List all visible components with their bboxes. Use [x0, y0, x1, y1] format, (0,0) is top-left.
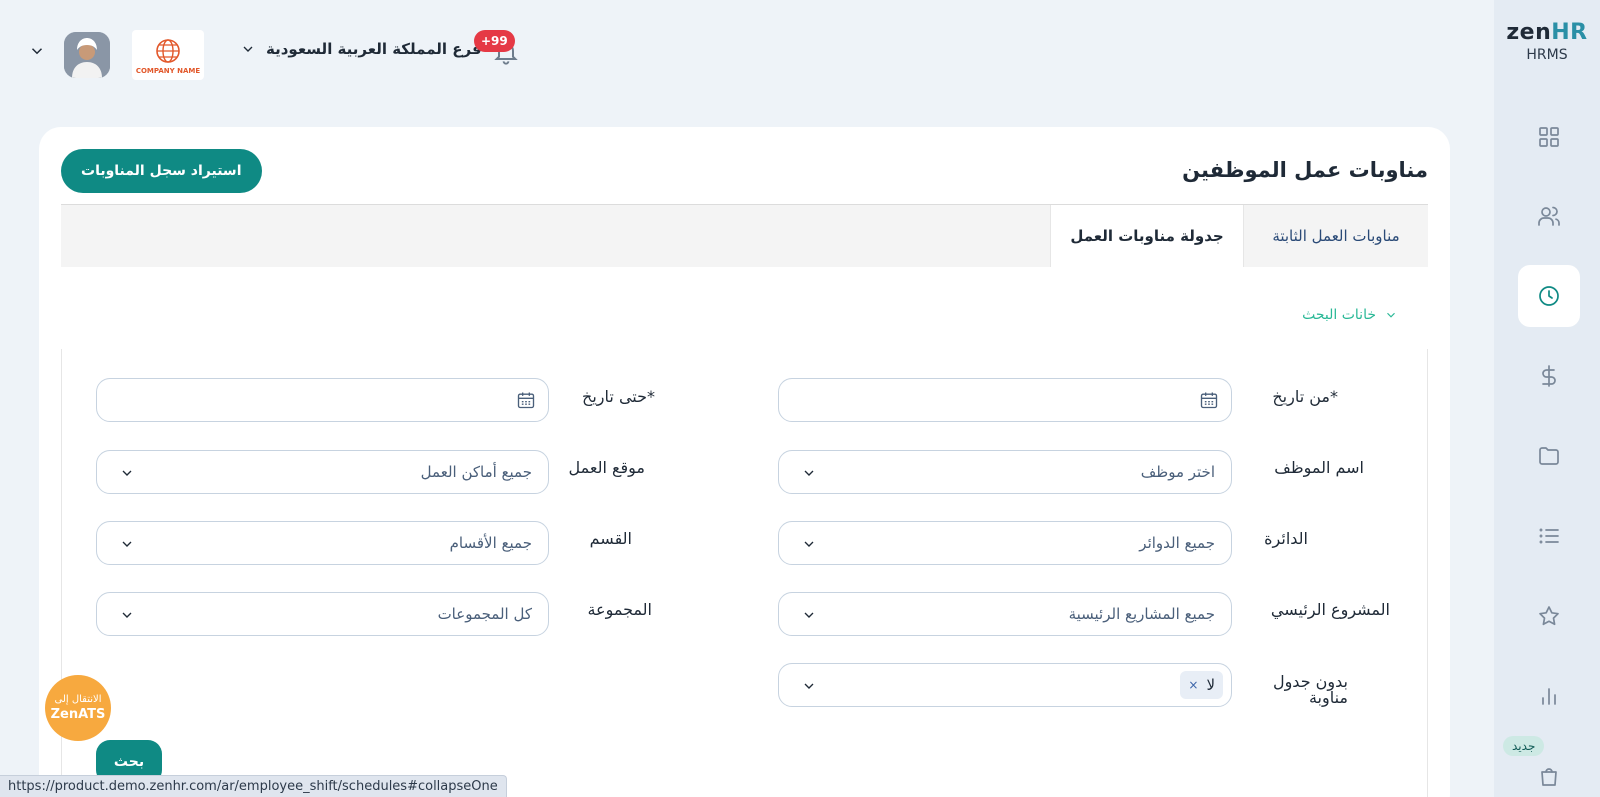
- chevron-down-icon: [1387, 312, 1395, 318]
- sidebar-item-performance[interactable]: [1518, 585, 1580, 647]
- avatar-image: [64, 32, 110, 78]
- chevron-down-icon: [119, 536, 135, 552]
- sidebar-item-dashboard[interactable]: [1518, 106, 1580, 168]
- required-mark: *: [1330, 387, 1338, 406]
- selected-tag-value: لا: [1206, 676, 1215, 694]
- section-value: جميع الأقسام: [449, 534, 532, 552]
- work-location-label: موقع العمل: [568, 458, 646, 477]
- employee-name-label: اسم الموظف: [1274, 458, 1364, 477]
- to-date-field[interactable]: [96, 378, 549, 422]
- tab-fixed-shifts[interactable]: مناوبات العمل الثابتة: [1244, 205, 1428, 267]
- folder-icon: [1539, 447, 1559, 465]
- page-title: مناوبات عمل الموظفين: [1182, 158, 1428, 182]
- sidebar-item-requests[interactable]: [1518, 505, 1580, 567]
- main-project-label: المشروع الرئيسي: [1270, 600, 1390, 619]
- bar-chart-icon: [1542, 688, 1556, 705]
- from-date-label: من تاريخ*: [1272, 389, 1338, 405]
- sidebar-item-employees[interactable]: [1518, 185, 1580, 247]
- zenats-button[interactable]: الانتقال إلى ZenATS: [45, 675, 111, 741]
- search-fields-toggle-label: خانات البحث: [1302, 307, 1376, 323]
- status-bar-url: https://product.demo.zenhr.com/ar/employ…: [0, 775, 507, 797]
- section-select[interactable]: جميع الأقسام: [96, 521, 549, 565]
- user-menu-toggle[interactable]: [28, 42, 46, 60]
- group-select[interactable]: كل المجموعات: [96, 592, 549, 636]
- company-logo-text: COMPANY NAME: [135, 66, 201, 75]
- group-label: المجموعة: [587, 600, 652, 619]
- branch-selector[interactable]: فرع المملكة العربية السعودية: [240, 40, 482, 58]
- employee-name-value: اختر موظف: [1140, 463, 1215, 481]
- chevron-down-icon: [801, 607, 817, 623]
- brand-logo-accent: HR: [1551, 20, 1588, 45]
- top-header: COMPANY NAME فرع المملكة العربية السعودي…: [0, 0, 1494, 108]
- brand-logo: zenHR: [1494, 20, 1600, 45]
- tabs-bar: مناوبات العمل الثابتة جدولة مناوبات العم…: [61, 204, 1428, 267]
- required-mark: *: [647, 387, 655, 406]
- tag-remove-icon[interactable]: ×: [1188, 678, 1198, 692]
- calendar-icon: [1199, 390, 1219, 410]
- clock-icon: [1539, 286, 1559, 306]
- section-label: القسم: [589, 529, 632, 548]
- department-select[interactable]: جميع الدوائر: [778, 521, 1232, 565]
- calendar-icon: [516, 390, 536, 410]
- sidebar-item-documents[interactable]: [1518, 425, 1580, 487]
- brand[interactable]: zenHR HRMS: [1494, 20, 1600, 63]
- brand-logo-main: zen: [1506, 20, 1552, 45]
- avatar[interactable]: [64, 32, 110, 78]
- sidebar-item-attendance[interactable]: [1518, 265, 1580, 327]
- no-schedule-label-line2: مناوبة: [1308, 688, 1348, 707]
- sidebar-item-reports[interactable]: [1518, 665, 1580, 727]
- search-fields-toggle[interactable]: خانات البحث: [1302, 307, 1398, 323]
- chevron-down-icon: [801, 678, 817, 694]
- brand-subtitle: HRMS: [1526, 47, 1568, 63]
- from-date-label-text: من تاريخ: [1272, 387, 1330, 406]
- dashboard-grid-icon: [1539, 127, 1559, 147]
- branch-label: فرع المملكة العربية السعودية: [266, 40, 482, 58]
- sidebar-item-payroll[interactable]: [1518, 345, 1580, 407]
- list-icon: [1539, 528, 1559, 544]
- to-date-label: حتى تاريخ*: [582, 389, 655, 405]
- department-value: جميع الدوائر: [1139, 534, 1215, 552]
- group-value: كل المجموعات: [437, 605, 532, 623]
- department-label: الدائرة: [1264, 529, 1308, 548]
- dollar-icon: [1542, 365, 1556, 387]
- users-icon: [1538, 206, 1560, 226]
- import-shifts-button[interactable]: استيراد سجل المناوبات: [61, 149, 262, 193]
- main-project-value: جميع المشاريع الرئيسية: [1068, 605, 1215, 623]
- chevron-down-icon: [119, 607, 135, 623]
- chevron-down-icon: [243, 46, 253, 52]
- notifications-count-badge: +99: [474, 30, 515, 52]
- selected-tag: × لا: [1180, 671, 1223, 699]
- from-date-field[interactable]: [778, 378, 1232, 422]
- chevron-down-icon: [31, 48, 43, 55]
- company-logo[interactable]: COMPANY NAME: [132, 30, 204, 80]
- chevron-down-icon: [119, 465, 135, 481]
- chevron-down-icon: [801, 465, 817, 481]
- star-icon: [1539, 606, 1559, 626]
- work-location-select[interactable]: جميع أماكن العمل: [96, 450, 549, 494]
- no-schedule-label: بدون جدول مناوبة: [1273, 674, 1348, 706]
- sidebar: zenHR HRMS جديد: [1494, 0, 1600, 797]
- sidebar-item-store[interactable]: [1518, 745, 1580, 797]
- shopping-bag-icon: [1541, 768, 1557, 786]
- chevron-down-icon: [801, 536, 817, 552]
- main-project-select[interactable]: جميع المشاريع الرئيسية: [778, 592, 1232, 636]
- work-location-value: جميع أماكن العمل: [420, 463, 532, 481]
- employee-name-select[interactable]: اختر موظف: [778, 450, 1232, 494]
- to-date-label-text: حتى تاريخ: [582, 387, 647, 406]
- globe-logo-icon: [156, 38, 180, 63]
- tab-shift-scheduling[interactable]: جدولة مناوبات العمل: [1050, 205, 1244, 267]
- zenats-line2: ZenATS: [50, 707, 106, 722]
- no-schedule-select[interactable]: × لا: [778, 663, 1232, 707]
- zenats-line1: الانتقال إلى: [54, 694, 102, 705]
